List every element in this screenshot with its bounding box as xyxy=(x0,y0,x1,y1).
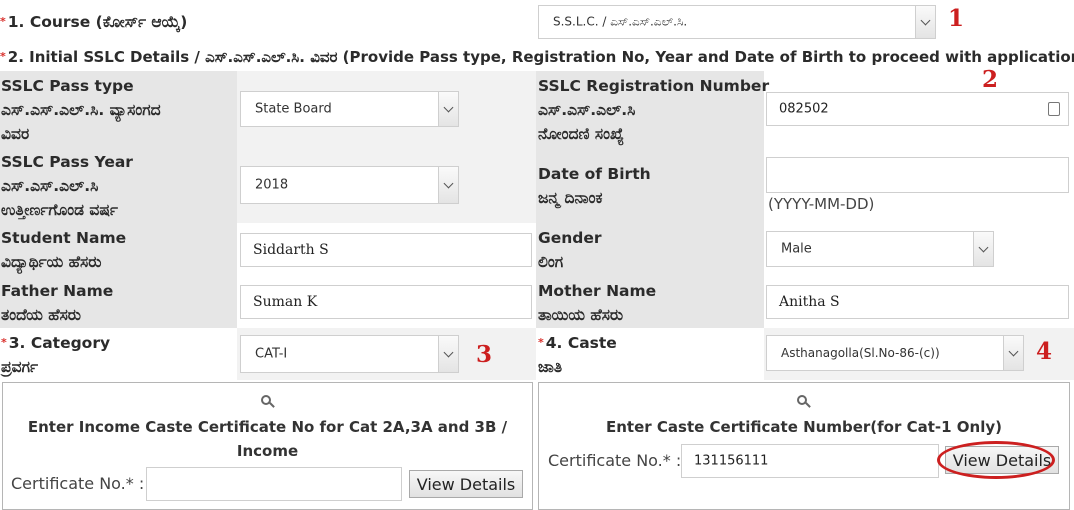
father-name-label: Father Name ತಂದೆಯ ಹೆಸರು xyxy=(1,279,113,327)
chevron-down-icon xyxy=(438,336,458,372)
pass-year-label: SSLC Pass Year ಎಸ್.ಎಸ್.ಎಲ್.ಸಿ ಉತ್ತೀರ್ಣಗೊ… xyxy=(1,150,133,222)
father-name-label-en: Father Name xyxy=(1,282,114,300)
section2-heading-text: 2. Initial SSLC Details / ಎಸ್.ಎಸ್.ಎಲ್.ಸಿ… xyxy=(7,48,1074,66)
pass-type-value: State Board xyxy=(255,101,332,117)
gender-label: Gender ಲಿಂಗ xyxy=(538,226,602,274)
category-label-en: 3. Category xyxy=(8,334,111,352)
reg-no-label-kn2: ನೋಂದಣಿ ಸಂಖ್ಯೆ xyxy=(538,125,624,143)
dob-format-hint: (YYYY-MM-DD) xyxy=(768,195,875,213)
chevron-down-icon xyxy=(973,232,993,266)
caste-panel-title: Enter Caste Certificate Number(for Cat-1… xyxy=(606,418,1002,436)
annotation-number-1: 1 xyxy=(948,5,965,32)
mother-name-value: Anitha S xyxy=(779,294,840,310)
required-marker: * xyxy=(538,336,544,349)
caste-value: Asthanagolla(Sl.No-86-(c)) xyxy=(781,346,940,360)
highlight-ellipse xyxy=(937,441,1055,479)
category-select[interactable]: CAT-I xyxy=(240,335,459,373)
chevron-down-icon xyxy=(438,92,458,126)
student-name-label: Student Name ವಿದ್ಯಾರ್ಥಿಯ ಹೆಸರು xyxy=(1,226,126,274)
student-name-input[interactable]: Siddarth S xyxy=(240,233,532,267)
dob-label-kn: ಜನ್ಮ ದಿನಾಂಕ xyxy=(538,189,603,207)
caste-cert-label: Certificate No.* : xyxy=(548,451,682,470)
required-marker: * xyxy=(0,15,6,28)
course-select[interactable]: S.S.L.C. / ಎಸ್.ಎಸ್.ಎಲ್.ಸಿ. xyxy=(538,5,936,39)
gender-label-kn: ಲಿಂಗ xyxy=(538,253,564,271)
reg-no-label: SSLC Registration Number ಎಸ್.ಎಸ್.ಎಲ್.ಸಿ … xyxy=(538,74,769,146)
pass-type-select[interactable]: State Board xyxy=(240,91,459,127)
mother-name-label: Mother Name ತಾಯಿಯ ಹೆಸರು xyxy=(538,279,656,327)
pass-year-value: 2018 xyxy=(255,177,289,193)
annotation-number-2: 2 xyxy=(982,66,999,93)
mother-name-label-kn: ತಾಯಿಯ ಹೆಸರು xyxy=(538,306,624,324)
category-label: * 3. Category ಪ್ರವರ್ಗ xyxy=(1,331,110,379)
father-name-label-kn: ತಂದೆಯ ಹೆಸರು xyxy=(1,306,81,324)
reg-no-value: 082502 xyxy=(779,101,829,117)
dob-label: Date of Birth ಜನ್ಮ ದಿನಾಂಕ xyxy=(538,162,651,210)
student-name-label-en: Student Name xyxy=(1,229,127,247)
pass-year-label-kn2: ಉತ್ತೀರ್ಣಗೊಂಡ ವರ್ಷ xyxy=(1,201,118,219)
caste-select[interactable]: Asthanagolla(Sl.No-86-(c)) xyxy=(766,335,1024,371)
income-panel-title-line1: Enter Income Caste Certificate No for Ca… xyxy=(27,418,508,460)
reg-no-label-en: SSLC Registration Number xyxy=(538,77,770,95)
required-marker: * xyxy=(1,336,7,349)
dob-label-en: Date of Birth xyxy=(538,165,651,183)
caste-cert-value: 131156111 xyxy=(694,453,769,469)
student-name-value: Siddarth S xyxy=(253,242,329,258)
annotation-number-3: 3 xyxy=(476,341,493,368)
caste-cert-input[interactable]: 131156111 xyxy=(681,444,939,478)
income-cert-label: Certificate No.* : xyxy=(11,474,145,493)
chevron-down-icon xyxy=(1003,336,1023,370)
pass-type-label: SSLC Pass type ಎಸ್.ಎಸ್.ಎಲ್.ಸಿ. ವ್ಯಾಸಂಗದ … xyxy=(1,74,161,146)
pass-year-label-en: SSLC Pass Year xyxy=(1,153,133,171)
caste-label: * 4. Caste ಜಾತಿ xyxy=(538,331,617,379)
father-name-value: Suman K xyxy=(253,294,318,310)
mother-name-input[interactable]: Anitha S xyxy=(766,285,1069,319)
reg-no-label-kn1: ಎಸ್.ಎಸ್.ಎಲ್.ಸಿ xyxy=(538,101,636,119)
father-name-input[interactable]: Suman K xyxy=(240,285,532,319)
search-icon[interactable] xyxy=(797,395,807,405)
search-icon[interactable] xyxy=(261,395,271,405)
income-view-details-button[interactable]: View Details xyxy=(409,470,523,498)
pass-year-label-kn1: ಎಸ್.ಎಸ್.ಎಲ್.ಸಿ xyxy=(1,177,99,195)
gender-label-en: Gender xyxy=(538,229,602,247)
pass-year-select[interactable]: 2018 xyxy=(240,166,459,204)
annotation-number-4: 4 xyxy=(1036,338,1053,365)
reg-no-input[interactable]: 082502 xyxy=(766,92,1069,126)
chevron-down-icon xyxy=(438,167,458,203)
mother-name-label-en: Mother Name xyxy=(538,282,657,300)
category-label-kn: ಪ್ರವರ್ಗ xyxy=(1,358,38,376)
section2-heading: * 2. Initial SSLC Details / ಎಸ್.ಎಸ್.ಎಲ್.ಸ… xyxy=(0,45,1074,69)
gender-select[interactable]: Male xyxy=(766,231,994,267)
gender-value: Male xyxy=(781,241,812,257)
chevron-down-icon xyxy=(915,6,935,38)
income-certificate-panel: Enter Income Caste Certificate No for Ca… xyxy=(2,382,533,510)
course-label-text: 1. Course (ಕೋರ್ಸ್ ಆಯ್ಕೆ) xyxy=(7,13,188,31)
course-label: * 1. Course (ಕೋರ್ಸ್ ಆಯ್ಕೆ) xyxy=(0,10,187,34)
caste-certificate-panel: Enter Caste Certificate Number(for Cat-1… xyxy=(538,382,1070,510)
income-cert-input[interactable] xyxy=(146,467,402,501)
dob-input[interactable] xyxy=(766,157,1069,193)
required-marker: * xyxy=(0,50,6,63)
category-value: CAT-I xyxy=(255,346,288,362)
caste-label-en: 4. Caste xyxy=(545,334,617,352)
course-select-value: S.S.L.C. / ಎಸ್.ಎಸ್.ಎಲ್.ಸಿ. xyxy=(553,14,688,29)
pass-type-label-kn2: ವಿವರ xyxy=(1,125,30,143)
pass-type-label-en: SSLC Pass type xyxy=(1,77,134,95)
keyboard-icon xyxy=(1048,102,1060,116)
caste-label-kn: ಜಾತಿ xyxy=(538,358,563,376)
student-name-label-kn: ವಿದ್ಯಾರ್ಥಿಯ ಹೆಸರು xyxy=(1,253,102,271)
pass-type-label-kn1: ಎಸ್.ಎಸ್.ಎಲ್.ಸಿ. ವ್ಯಾಸಂಗದ xyxy=(1,101,161,119)
